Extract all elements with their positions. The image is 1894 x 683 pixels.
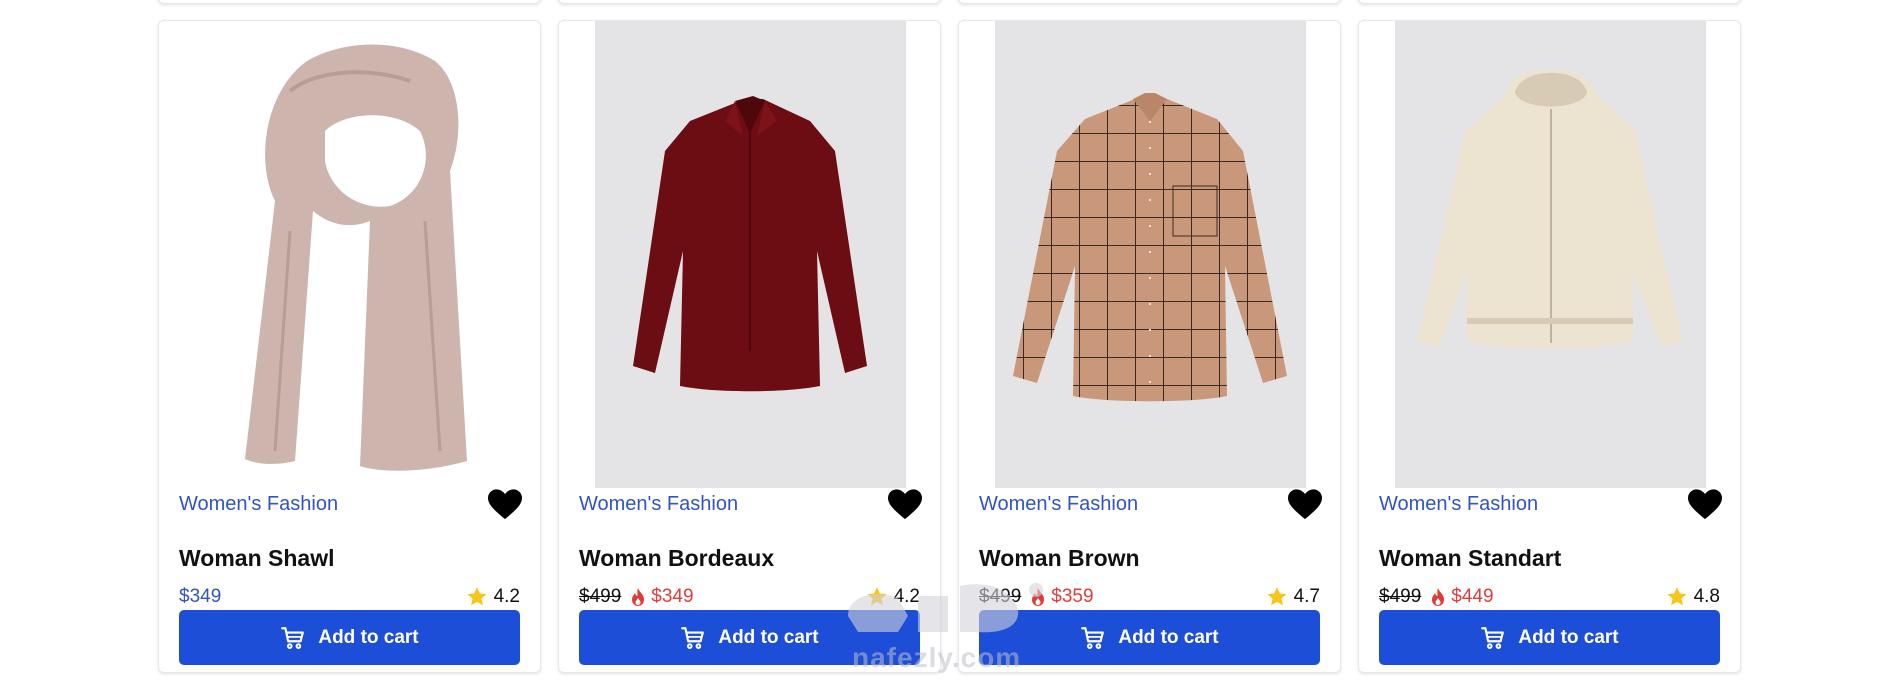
add-to-cart-button[interactable]: Add to cart bbox=[1379, 610, 1720, 665]
star-icon bbox=[1667, 587, 1687, 606]
star-icon bbox=[867, 587, 887, 606]
cart-icon bbox=[681, 626, 705, 649]
product-category[interactable]: Women's Fashion bbox=[979, 493, 1138, 516]
heart-icon[interactable] bbox=[888, 489, 922, 521]
product-image[interactable] bbox=[595, 21, 906, 488]
product-price: $349 bbox=[651, 586, 694, 607]
bordeaux-shirt-image bbox=[633, 96, 867, 392]
product-name[interactable]: Woman Brown bbox=[979, 545, 1140, 572]
add-to-cart-label: Add to cart bbox=[318, 626, 419, 648]
cart-icon bbox=[1481, 626, 1505, 649]
heart-icon[interactable] bbox=[488, 489, 522, 521]
product-card[interactable]: Women's Fashion Woman Standart $499 $449… bbox=[1358, 20, 1741, 673]
cart-icon bbox=[1081, 626, 1105, 649]
heart-icon[interactable] bbox=[1688, 489, 1722, 521]
product-rating: 4.2 bbox=[866, 586, 920, 608]
fire-icon bbox=[1032, 588, 1045, 606]
product-name[interactable]: Woman Shawl bbox=[179, 545, 335, 572]
product-category[interactable]: Women's Fashion bbox=[1379, 493, 1538, 516]
product-rating: 4.8 bbox=[1666, 586, 1720, 608]
add-to-cart-label: Add to cart bbox=[1518, 626, 1619, 648]
add-to-cart-button[interactable]: Add to cart bbox=[579, 610, 920, 665]
brown-plaid-shirt-image bbox=[1013, 93, 1287, 402]
price-row: $349 4.2 bbox=[179, 584, 520, 610]
product-name[interactable]: Woman Standart bbox=[1379, 545, 1561, 572]
product-price: $359 bbox=[1051, 586, 1094, 607]
product-grid: Women's Fashion Woman Shawl $349 4.2 Add… bbox=[0, 0, 1894, 683]
star-icon bbox=[467, 587, 487, 606]
add-to-cart-label: Add to cart bbox=[718, 626, 819, 648]
product-price: $349 bbox=[179, 586, 222, 607]
product-image[interactable] bbox=[195, 21, 506, 488]
fire-icon bbox=[1432, 588, 1445, 606]
heart-icon[interactable] bbox=[1288, 489, 1322, 521]
rating-value: 4.8 bbox=[1693, 586, 1720, 607]
product-old-price: $499 bbox=[979, 586, 1022, 607]
price-row: $499 $449 4.8 bbox=[1379, 584, 1720, 610]
rating-value: 4.7 bbox=[1293, 586, 1320, 607]
add-to-cart-button[interactable]: Add to cart bbox=[179, 610, 520, 665]
product-card[interactable]: Women's Fashion Woman Shawl $349 4.2 Add… bbox=[158, 20, 541, 673]
shawl-image bbox=[245, 44, 467, 471]
fire-icon bbox=[632, 588, 645, 606]
product-category[interactable]: Women's Fashion bbox=[179, 493, 338, 516]
product-image[interactable] bbox=[995, 21, 1306, 488]
product-card[interactable]: Women's Fashion Woman Bordeaux $499 $349… bbox=[558, 20, 941, 673]
product-old-price: $499 bbox=[1379, 586, 1422, 607]
product-rating: 4.2 bbox=[466, 586, 520, 608]
product-old-price: $499 bbox=[579, 586, 622, 607]
product-rating: 4.7 bbox=[1266, 586, 1320, 608]
price-row: $499 $359 4.7 bbox=[979, 584, 1320, 610]
product-category[interactable]: Women's Fashion bbox=[579, 493, 738, 516]
product-card[interactable]: Women's Fashion Woman Brown $499 $359 4.… bbox=[958, 20, 1341, 673]
hoodie-image bbox=[1417, 69, 1683, 349]
product-price: $449 bbox=[1451, 586, 1494, 607]
add-to-cart-button[interactable]: Add to cart bbox=[979, 610, 1320, 665]
star-icon bbox=[1267, 587, 1287, 606]
product-image[interactable] bbox=[1395, 21, 1706, 488]
price-row: $499 $349 4.2 bbox=[579, 584, 920, 610]
rating-value: 4.2 bbox=[493, 586, 520, 607]
rating-value: 4.2 bbox=[893, 586, 920, 607]
product-name[interactable]: Woman Bordeaux bbox=[579, 545, 774, 572]
cart-icon bbox=[281, 626, 305, 649]
add-to-cart-label: Add to cart bbox=[1118, 626, 1219, 648]
